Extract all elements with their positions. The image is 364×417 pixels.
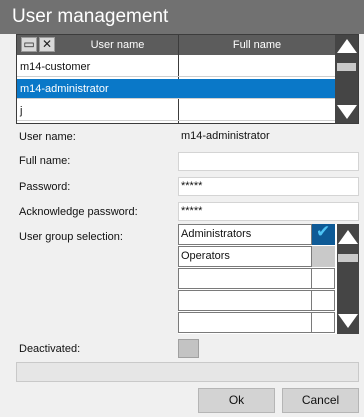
fullname-label: Full name: xyxy=(19,155,71,167)
scroll-thumb[interactable] xyxy=(337,63,356,71)
group-scrollbar[interactable] xyxy=(337,224,359,334)
user-list-header: ▭ ✕ User name Full name xyxy=(17,35,335,55)
scroll-down-arrow-icon[interactable] xyxy=(337,105,357,119)
column-header-fullname[interactable]: Full name xyxy=(179,35,335,55)
fullname-field[interactable] xyxy=(178,152,359,171)
group-checkbox[interactable] xyxy=(311,312,335,333)
user-list-scrollbar[interactable] xyxy=(335,35,358,123)
user-row-fullname xyxy=(179,79,335,98)
scroll-down-arrow-icon[interactable] xyxy=(338,314,358,328)
user-list[interactable]: ▭ ✕ User name Full name m14-customer m14… xyxy=(16,34,359,124)
user-row-username: m14-customer xyxy=(20,61,91,73)
group-checkbox[interactable] xyxy=(311,246,335,267)
deactivated-label: Deactivated: xyxy=(19,343,81,355)
delete-x-icon[interactable]: ✕ xyxy=(39,37,55,52)
user-row-username: m14-administrator xyxy=(20,83,109,95)
user-group-table: Administrators ✔ Operators xyxy=(178,222,359,334)
checkmark-icon: ✔ xyxy=(316,222,331,241)
group-checkbox[interactable] xyxy=(311,290,335,311)
user-row[interactable]: m14-customer xyxy=(17,57,335,77)
group-checkbox-checked[interactable]: ✔ xyxy=(311,222,335,245)
password-field[interactable]: ***** xyxy=(178,177,359,196)
new-document-icon[interactable]: ▭ xyxy=(21,37,37,52)
user-management-window: User management ▭ ✕ User name Full name … xyxy=(0,0,364,417)
user-row[interactable]: j xyxy=(17,101,335,121)
ok-button[interactable]: Ok xyxy=(198,388,275,413)
deactivated-checkbox[interactable] xyxy=(178,339,199,358)
ack-password-field[interactable]: ***** xyxy=(178,202,359,221)
password-label: Password: xyxy=(19,181,71,193)
scroll-thumb[interactable] xyxy=(338,254,358,262)
cancel-button[interactable]: Cancel xyxy=(282,388,359,413)
status-bar xyxy=(16,362,359,382)
scroll-up-arrow-icon[interactable] xyxy=(337,39,357,53)
user-group-label: User group selection: xyxy=(19,231,123,243)
user-row-selected[interactable]: m14-administrator xyxy=(17,79,335,99)
ack-password-label: Acknowledge password: xyxy=(19,206,138,218)
username-value: m14-administrator xyxy=(181,130,270,142)
scroll-up-arrow-icon[interactable] xyxy=(338,230,358,244)
column-header-username[interactable]: User name xyxy=(57,35,178,55)
group-checkbox[interactable] xyxy=(311,268,335,289)
group-name: Operators xyxy=(181,250,230,262)
username-label: User name: xyxy=(19,131,76,143)
group-name: Administrators xyxy=(181,228,252,240)
user-row-username: j xyxy=(20,105,23,117)
window-title: User management xyxy=(0,0,364,34)
